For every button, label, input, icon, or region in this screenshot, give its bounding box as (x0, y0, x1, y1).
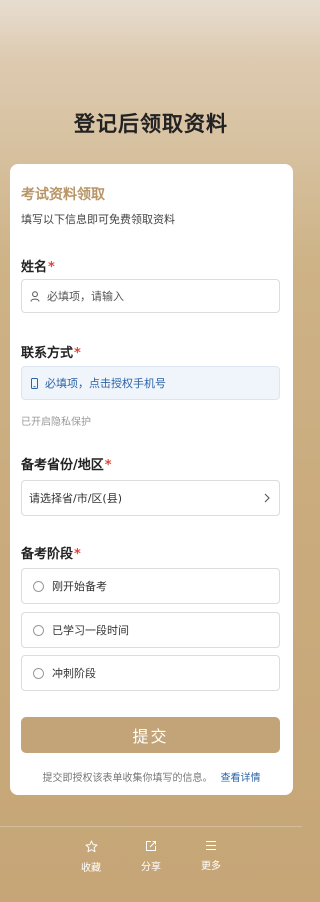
stage-label: 备考阶段* (21, 547, 81, 562)
privacy-hint: 已开启隐私保护 (21, 417, 91, 428)
form-card: 考试资料领取 填写以下信息即可免费领取资料 姓名* 必填项，请输入 联系方式* … (10, 164, 293, 795)
star-icon (84, 840, 98, 853)
required-mark: * (74, 547, 81, 562)
page-title: 登记后领取资料 (74, 112, 228, 136)
nav-share-label: 分享 (141, 862, 161, 873)
phone-icon (31, 377, 38, 389)
share-icon (145, 840, 157, 852)
radio-circle[interactable] (33, 667, 44, 679)
phone-authorize-field[interactable]: 必填项，点击授权手机号 (21, 366, 280, 400)
nav-favorite[interactable]: 收藏 (76, 827, 106, 902)
region-select[interactable]: 请选择省/市/区(县) (21, 480, 280, 516)
radio-circle[interactable] (33, 624, 44, 636)
required-mark: * (74, 346, 81, 361)
stage-option-beginner[interactable]: 刚开始备考 (21, 568, 280, 604)
bottom-nav: 收藏 分享 更多 (0, 826, 302, 902)
region-label: 备考省份/地区* (21, 458, 112, 473)
name-input[interactable]: 必填项，请输入 (21, 279, 280, 313)
required-mark: * (48, 260, 55, 275)
phone-label: 联系方式* (21, 346, 81, 361)
submit-button[interactable]: 提交 (21, 717, 280, 753)
form-subtitle: 填写以下信息即可免费领取资料 (21, 213, 175, 226)
agreement-text: 提交即授权该表单收集你填写的信息。 (42, 773, 213, 784)
name-placeholder: 必填项，请输入 (47, 290, 124, 303)
form-title: 考试资料领取 (21, 187, 105, 203)
chevron-right-icon (264, 493, 270, 503)
stage-option-label: 已学习一段时间 (52, 624, 129, 637)
phone-placeholder: 必填项，点击授权手机号 (45, 377, 166, 390)
stage-option-studying[interactable]: 已学习一段时间 (21, 612, 280, 648)
required-mark: * (104, 458, 112, 473)
stage-option-sprint[interactable]: 冲刺阶段 (21, 655, 280, 691)
radio-circle[interactable] (33, 580, 44, 592)
nav-more-label: 更多 (201, 861, 221, 872)
user-icon (30, 290, 40, 302)
view-details-link[interactable]: 查看详情 (221, 773, 261, 784)
menu-icon (205, 840, 217, 851)
nav-favorite-label: 收藏 (81, 863, 101, 874)
stage-option-label: 刚开始备考 (52, 580, 107, 593)
agreement-notice: 提交即授权该表单收集你填写的信息。 查看详情 (10, 769, 293, 784)
nav-share[interactable]: 分享 (136, 827, 166, 902)
region-placeholder: 请选择省/市/区(县) (29, 492, 122, 505)
name-label: 姓名* (21, 260, 55, 275)
stage-option-label: 冲刺阶段 (52, 667, 96, 680)
nav-more[interactable]: 更多 (196, 827, 226, 902)
